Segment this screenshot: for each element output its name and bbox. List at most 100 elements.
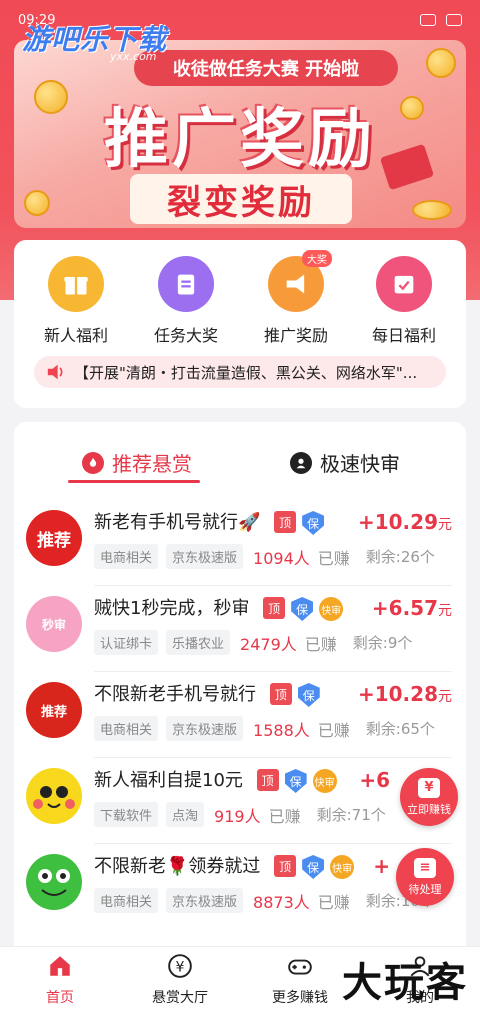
- yen-icon: ¥: [168, 954, 192, 978]
- menu-label: 每日福利: [371, 326, 436, 345]
- nav-more-earn[interactable]: 更多赚钱: [250, 953, 350, 1007]
- nav-label: 更多赚钱: [272, 990, 328, 1006]
- app-chip: 京东极速版: [166, 544, 244, 569]
- menu-item-promotion[interactable]: 大奖 推广奖励: [246, 250, 346, 346]
- earned-count: 919人: [214, 806, 261, 826]
- speaker-icon: [47, 364, 63, 380]
- tab-fast-review[interactable]: 极速快审: [290, 448, 400, 477]
- task-row[interactable]: 推荐 新老有手机号就行🚀 顶保 +10.29元 电商相关 京东极速版 1094人…: [14, 500, 466, 586]
- task-reward: +10.29元: [357, 510, 452, 534]
- task-avatar: 秒审: [26, 596, 82, 652]
- task-row[interactable]: 推荐 不限新老手机号就行 顶保 +10.28元 电商相关 京东极速版 1588人…: [14, 672, 466, 758]
- task-avatar: 推荐: [26, 510, 82, 566]
- coin-icon: [34, 80, 68, 114]
- clipboard-icon: [158, 256, 214, 312]
- frog-avatar-icon: [38, 869, 70, 896]
- top-tag: 顶: [263, 597, 286, 619]
- flame-icon: [82, 451, 104, 474]
- tab-recommended[interactable]: 推荐悬赏: [82, 448, 192, 477]
- remaining-count: 剩余:71个: [316, 806, 386, 824]
- remaining-count: 剩余:9个: [352, 634, 413, 652]
- pending-label: 待处理: [408, 882, 442, 896]
- task-avatar: [26, 768, 82, 824]
- app-chip: 京东极速版: [166, 888, 244, 913]
- brand-watermark: 大玩客: [342, 960, 468, 1006]
- promo-banner[interactable]: 收徒做任务大赛 开始啦 推广奖励 裂变奖励: [14, 40, 466, 228]
- category-chip: 电商相关: [94, 544, 159, 569]
- nav-home[interactable]: 首页: [10, 953, 110, 1007]
- gamepad-icon: [288, 959, 312, 975]
- task-title: 不限新老🌹领券就过: [94, 856, 261, 877]
- menu-label: 推广奖励: [263, 326, 328, 345]
- announcement-text: 【开展"清朗・打击流量造假、黑公关、网络水军"...: [74, 363, 418, 382]
- quick-menu-card: 新人福利 任务大奖 大奖 推广奖励 每日福利 【开展"清朗・打击流量造假、黑公关…: [14, 240, 466, 408]
- guarantee-tag: 保: [284, 769, 307, 793]
- earned-count: 2479人: [240, 634, 297, 654]
- category-chip: 下载软件: [94, 802, 159, 827]
- remaining-count: 剩余:65个: [365, 720, 435, 738]
- app-chip: 乐播农业: [166, 630, 231, 655]
- coin-icon: [400, 96, 424, 120]
- banner-tag: 收徒做任务大赛 开始啦: [134, 50, 398, 86]
- task-meta: 认证绑卡 乐播农业 2479人 已赚 剩余:9个: [94, 630, 412, 655]
- menu-label: 任务大奖: [153, 326, 218, 345]
- coin-icon: [24, 190, 50, 216]
- prize-badge: 大奖: [302, 250, 332, 267]
- task-avatar: 推荐: [26, 682, 82, 738]
- tab-underline: [68, 480, 200, 483]
- task-meta: 电商相关 京东极速版 8873人 已赚 剩余:10个: [94, 888, 435, 913]
- menu-item-new-user[interactable]: 新人福利: [26, 256, 126, 346]
- banner-title: 推广奖励: [104, 103, 376, 177]
- guarantee-tag: 保: [291, 597, 314, 621]
- task-title: 不限新老手机号就行: [94, 684, 256, 705]
- menu-label: 新人福利: [43, 326, 108, 345]
- coin-icon: [412, 200, 452, 220]
- fast-review-tag: 快审: [330, 855, 355, 879]
- battery-icon: [446, 14, 462, 26]
- task-row[interactable]: 秒审 贼快1秒完成，秒审 顶保快审 +6.57元 认证绑卡 乐播农业 2479人…: [14, 586, 466, 672]
- pending-button[interactable]: ≡ 待处理: [396, 848, 454, 906]
- task-tabs: 推荐悬赏 极速快审: [14, 440, 466, 490]
- megaphone-icon: 大奖: [268, 250, 332, 312]
- menu-item-daily[interactable]: 每日福利: [354, 256, 454, 346]
- task-title: 新老有手机号就行🚀: [94, 512, 261, 533]
- earned-count: 8873人: [253, 892, 310, 912]
- earn-now-button[interactable]: ¥ 立即赚钱: [400, 768, 458, 826]
- guarantee-tag: 保: [297, 683, 320, 707]
- nav-bounty-hall[interactable]: ¥ 悬赏大厅: [130, 953, 230, 1007]
- announcement-bar[interactable]: 【开展"清朗・打击流量造假、黑公关、网络水军"...: [34, 356, 446, 388]
- task-reward: +10.28元: [357, 682, 452, 706]
- fast-review-tag: 快审: [312, 769, 337, 793]
- watermark-sub: yxx.com: [110, 50, 157, 63]
- top-tag: 顶: [274, 855, 297, 877]
- task-reward: +6.57元: [371, 596, 452, 620]
- home-icon: [50, 956, 70, 976]
- earned-count: 1094人: [253, 548, 310, 568]
- chat-icon: ≡: [414, 857, 436, 878]
- tab-label: 推荐悬赏: [112, 452, 192, 476]
- task-meta: 下载软件 点淘 919人 已赚 剩余:71个: [94, 802, 386, 827]
- status-icons: [420, 14, 462, 26]
- task-reward: +6: [359, 768, 390, 792]
- top-tag: 顶: [256, 769, 279, 791]
- svg-text:¥: ¥: [176, 959, 185, 975]
- category-chip: 电商相关: [94, 716, 159, 741]
- task-meta: 电商相关 京东极速版 1588人 已赚 剩余:65个: [94, 716, 435, 741]
- category-chip: 电商相关: [94, 888, 159, 913]
- user-circle-icon: [290, 451, 312, 474]
- task-title: 贼快1秒完成，秒审: [94, 598, 250, 619]
- task-avatar: [26, 854, 82, 910]
- coin-icon: [426, 48, 456, 78]
- guarantee-tag: 保: [302, 511, 325, 535]
- yen-icon: ¥: [418, 777, 440, 798]
- remaining-count: 剩余:26个: [365, 548, 435, 566]
- app-chip: 京东极速版: [166, 716, 244, 741]
- banner-subtitle: 裂变奖励: [130, 174, 352, 224]
- tab-label: 极速快审: [320, 452, 400, 476]
- earn-now-label: 立即赚钱: [407, 802, 451, 816]
- top-tag: 顶: [269, 683, 292, 705]
- task-row[interactable]: 新人福利自提10元 顶保快审 +6 下载软件 点淘 919人 已赚 剩余:71个: [14, 758, 466, 844]
- menu-item-task-prize[interactable]: 任务大奖: [136, 256, 236, 346]
- guarantee-tag: 保: [302, 855, 325, 879]
- top-tag: 顶: [274, 511, 297, 533]
